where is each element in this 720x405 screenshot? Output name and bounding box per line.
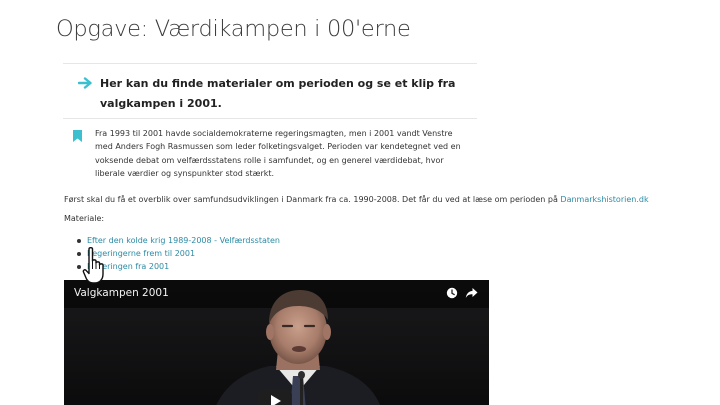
clock-icon[interactable] — [446, 287, 458, 299]
material-list: Efter den kolde krig 1989-2008 - Velfærd… — [76, 235, 280, 274]
material-link-kolde-krig[interactable]: Efter den kolde krig 1989-2008 - Velfærd… — [87, 236, 280, 245]
video-title: Valgkampen 2001 — [74, 287, 169, 299]
video-player[interactable]: Valgkampen 2001 — [64, 280, 489, 405]
list-item: Regeringerne frem til 2001 — [76, 248, 280, 261]
list-item: Efter den kolde krig 1989-2008 - Velfærd… — [76, 235, 280, 248]
material-label: Materiale: — [64, 214, 105, 223]
page-title: Opgave: Værdikampen i 00'erne — [56, 16, 411, 42]
bookmark-icon — [73, 130, 82, 142]
context-paragraph: Fra 1993 til 2001 havde socialdemokrater… — [95, 129, 461, 179]
list-item: Regeringen fra 2001 — [76, 261, 280, 274]
intro-text: Her kan du finde materialer om perioden … — [100, 77, 456, 110]
share-icon[interactable] — [465, 287, 478, 299]
divider-top — [63, 63, 477, 64]
danmarkshistorien-link[interactable]: Danmarkshistorien.dk — [560, 195, 648, 204]
play-icon[interactable] — [258, 389, 292, 405]
lead-paragraph: Først skal du få et overblik over samfun… — [64, 194, 684, 206]
hand-pointer-cursor — [82, 247, 104, 284]
divider-bottom — [63, 118, 477, 119]
lead-text: Først skal du få et overblik over samfun… — [64, 195, 561, 204]
arrow-right-icon — [78, 77, 92, 89]
